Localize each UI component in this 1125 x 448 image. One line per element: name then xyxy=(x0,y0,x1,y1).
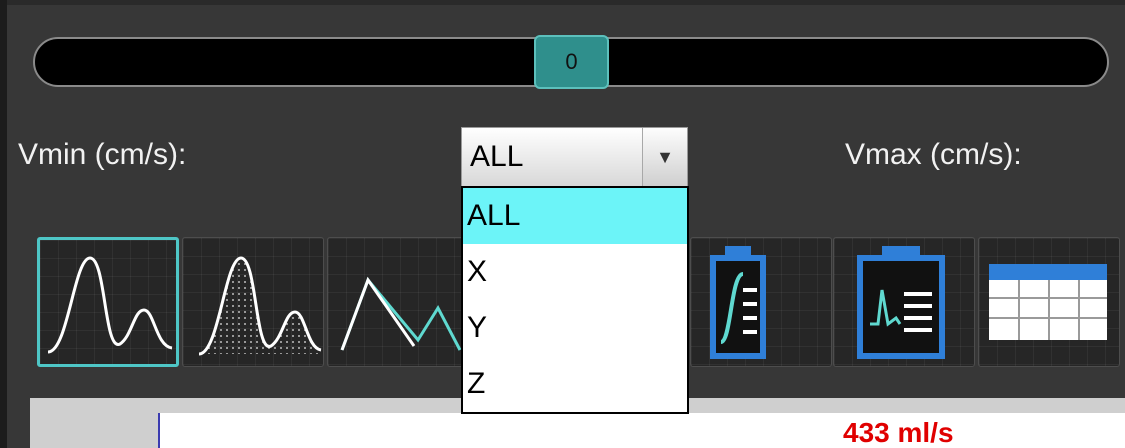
report-waveform-button[interactable] xyxy=(833,237,975,367)
curve-outline-button[interactable] xyxy=(37,237,179,367)
axis-option-all[interactable]: ALL xyxy=(463,188,687,244)
vmax-label: Vmax (cm/s): xyxy=(845,138,1022,171)
table-icon xyxy=(989,264,1107,340)
linear-curve-button[interactable] xyxy=(327,237,469,367)
window-top-edge xyxy=(7,0,1125,5)
window-left-edge xyxy=(0,0,7,448)
slider-value: 0 xyxy=(565,49,578,74)
curve-filled-icon xyxy=(198,256,322,356)
linear-curve-icon xyxy=(340,276,462,351)
phase-slider-thumb[interactable]: 0 xyxy=(534,35,609,89)
curve-filled-button[interactable] xyxy=(182,237,324,367)
axis-dropdown-list: ALL X Y Z xyxy=(461,186,689,414)
chevron-down-icon[interactable]: ▼ xyxy=(642,128,687,186)
report-integral-icon xyxy=(710,246,766,359)
axis-option-z[interactable]: Z xyxy=(463,356,687,412)
axis-option-y[interactable]: Y xyxy=(463,300,687,356)
axis-select[interactable]: ALL ▼ xyxy=(461,127,688,187)
vmin-label: Vmin (cm/s): xyxy=(18,138,187,171)
axis-select-value: ALL xyxy=(470,140,524,173)
curve-outline-icon xyxy=(47,256,173,354)
axis-option-x[interactable]: X xyxy=(463,244,687,300)
table-button[interactable] xyxy=(978,237,1120,367)
report-integral-button[interactable] xyxy=(690,237,832,367)
report-waveform-icon xyxy=(857,246,945,359)
plot-area[interactable] xyxy=(158,413,1125,448)
plot-value-label: 433 ml/s xyxy=(843,417,954,448)
